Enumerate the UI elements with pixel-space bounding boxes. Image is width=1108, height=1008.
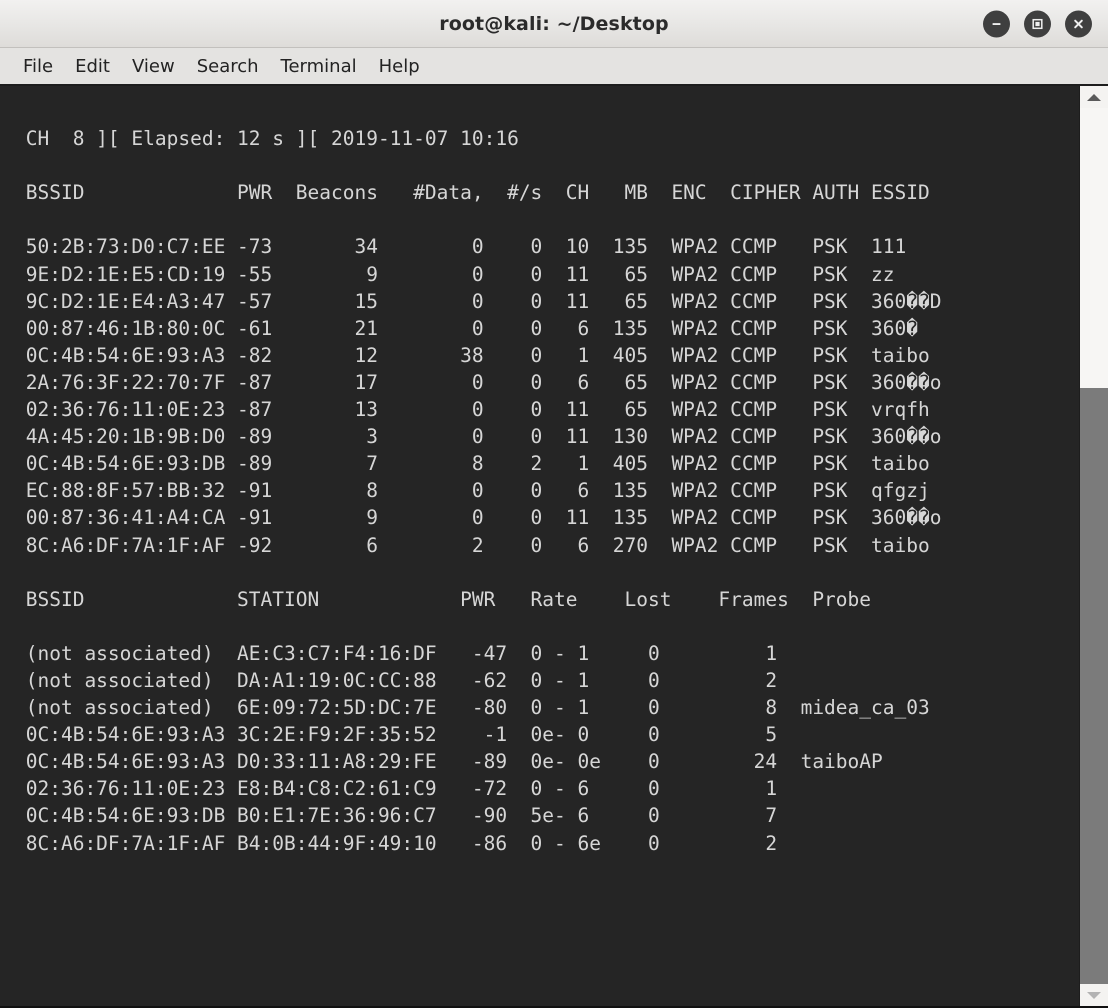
menu-item-help[interactable]: Help <box>368 54 431 79</box>
maximize-icon <box>1032 18 1043 29</box>
station-table-row: 8C:A6:DF:7A:1F:AF B4:0B:44:9F:49:10 -86 … <box>14 831 801 855</box>
chevron-up-icon <box>1087 93 1101 101</box>
station-table-row: 0C:4B:54:6E:93:A3 3C:2E:F9:2F:35:52 -1 0… <box>14 723 801 747</box>
window-controls <box>983 10 1092 37</box>
ap-table-header: BSSID PWR Beacons #Data, #/s CH MB ENC C… <box>14 181 930 205</box>
ap-table-row: 9C:D2:1E:E4:A3:47 -57 15 0 0 11 65 WPA2 … <box>14 289 942 313</box>
menu-item-view[interactable]: View <box>121 54 186 79</box>
menu-item-file[interactable]: File <box>12 54 64 79</box>
station-table-row: (not associated) AE:C3:C7:F4:16:DF -47 0… <box>14 641 801 665</box>
airodump-status-line: CH 8 ][ Elapsed: 12 s ][ 2019-11-07 10:1… <box>14 127 519 151</box>
ap-table-row: 02:36:76:11:0E:23 -87 13 0 0 11 65 WPA2 … <box>14 398 930 422</box>
ap-table-row: 0C:4B:54:6E:93:A3 -82 12 38 0 1 405 WPA2… <box>14 343 930 367</box>
scrollbar-track[interactable] <box>1080 108 1108 984</box>
ap-table-row: 9E:D2:1E:E5:CD:19 -55 9 0 0 11 65 WPA2 C… <box>14 262 895 286</box>
terminal-window: root@kali: ~/Desktop File Edit View Sear… <box>0 0 1108 1008</box>
scroll-down-button[interactable] <box>1080 984 1108 1006</box>
close-button[interactable] <box>1065 10 1092 37</box>
ap-table-row: 8C:A6:DF:7A:1F:AF -92 6 2 0 6 270 WPA2 C… <box>14 533 930 557</box>
maximize-button[interactable] <box>1024 10 1051 37</box>
station-table-row: 0C:4B:54:6E:93:DB B0:E1:7E:36:96:C7 -90 … <box>14 804 801 828</box>
chevron-down-icon <box>1087 991 1101 999</box>
ap-table-row: 00:87:36:41:A4:CA -91 9 0 0 11 135 WPA2 … <box>14 506 942 530</box>
station-table-row: 02:36:76:11:0E:23 E8:B4:C8:C2:61:C9 -72 … <box>14 777 801 801</box>
ap-table-row: 4A:45:20:1B:9B:D0 -89 3 0 0 11 130 WPA2 … <box>14 425 942 449</box>
minimize-icon <box>992 22 1001 25</box>
station-table-row: (not associated) 6E:09:72:5D:DC:7E -80 0… <box>14 696 930 720</box>
ap-table-row: 00:87:46:1B:80:0C -61 21 0 0 6 135 WPA2 … <box>14 316 918 340</box>
scroll-up-button[interactable] <box>1080 86 1108 108</box>
ap-table-row: 0C:4B:54:6E:93:DB -89 7 8 2 1 405 WPA2 C… <box>14 452 930 476</box>
close-icon <box>1074 19 1083 28</box>
terminal-scrollbar[interactable] <box>1079 86 1108 1006</box>
scrollbar-thumb[interactable] <box>1080 388 1108 984</box>
station-table-row: (not associated) DA:A1:19:0C:CC:88 -62 0… <box>14 668 801 692</box>
ap-table-row: 2A:76:3F:22:70:7F -87 17 0 0 6 65 WPA2 C… <box>14 370 942 394</box>
minimize-button[interactable] <box>983 10 1010 37</box>
ap-table-row: 50:2B:73:D0:C7:EE -73 34 0 0 10 135 WPA2… <box>14 235 907 259</box>
ap-table-row: EC:88:8F:57:BB:32 -91 8 0 0 6 135 WPA2 C… <box>14 479 930 503</box>
menu-item-edit[interactable]: Edit <box>64 54 121 79</box>
terminal-output[interactable]: CH 8 ][ Elapsed: 12 s ][ 2019-11-07 10:1… <box>0 86 1079 1006</box>
station-table-row: 0C:4B:54:6E:93:A3 D0:33:11:A8:29:FE -89 … <box>14 750 883 774</box>
window-titlebar[interactable]: root@kali: ~/Desktop <box>0 0 1108 48</box>
menu-item-terminal[interactable]: Terminal <box>270 54 368 79</box>
menu-item-search[interactable]: Search <box>186 54 270 79</box>
window-title: root@kali: ~/Desktop <box>439 12 669 35</box>
station-table-header: BSSID STATION PWR Rate Lost Frames Probe <box>14 587 872 611</box>
terminal-body: CH 8 ][ Elapsed: 12 s ][ 2019-11-07 10:1… <box>0 86 1108 1008</box>
menu-bar: File Edit View Search Terminal Help <box>0 48 1108 86</box>
